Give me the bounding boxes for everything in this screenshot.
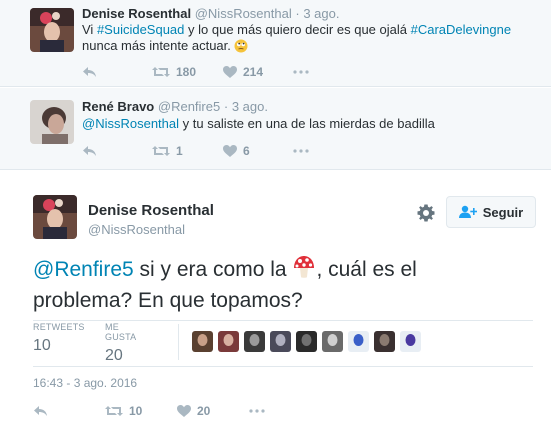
likes-label: ME GUSTA <box>105 322 137 342</box>
retweet-count: 10 <box>129 404 143 418</box>
more-button[interactable] <box>249 409 265 413</box>
liker-avatar[interactable] <box>270 331 291 352</box>
retweets-stat[interactable]: RETWEETS 10 <box>33 322 85 355</box>
likes-count: 20 <box>105 347 123 364</box>
text-segment: Vi <box>82 22 97 37</box>
like-count: 6 <box>243 144 250 158</box>
fullname[interactable]: Denise Rosenthal <box>88 202 214 219</box>
follow-button[interactable]: Seguir <box>446 196 536 228</box>
retweet-icon <box>105 406 123 416</box>
retweets-count: 10 <box>33 337 51 354</box>
reply-button[interactable] <box>82 145 152 157</box>
username[interactable]: @NissRosenthal <box>195 6 292 21</box>
reply-icon <box>34 406 47 416</box>
avatar[interactable] <box>30 8 74 52</box>
like-count: 214 <box>243 65 264 79</box>
like-count: 20 <box>197 404 211 418</box>
gear-icon <box>417 204 435 222</box>
divider <box>33 366 533 367</box>
follow-label: Seguir <box>482 204 524 220</box>
tweet-actions: 1 6 <box>82 143 309 159</box>
more-button[interactable] <box>293 70 309 74</box>
avatar[interactable] <box>33 195 77 239</box>
liker-avatar[interactable] <box>218 331 239 352</box>
like-button[interactable]: 214 <box>223 65 293 79</box>
likers-avatars <box>192 331 426 352</box>
likes-stat[interactable]: ME GUSTA 20 <box>105 322 136 365</box>
tweet-text: @NissRosenthal y tu saliste en una de la… <box>82 116 522 132</box>
liker-avatar[interactable] <box>400 331 421 352</box>
fullname[interactable]: René Bravo <box>82 99 154 114</box>
tweet-text: Vi #SuicideSquad y lo que más quiero dec… <box>82 22 522 57</box>
reply-icon <box>83 67 96 77</box>
timestamp[interactable]: 3 ago. <box>303 6 339 21</box>
text-segment: y tu saliste en una de las mierdas de ba… <box>179 116 435 131</box>
mention-link[interactable]: @Renfire5 <box>33 258 134 281</box>
tweet-header: Denise Rosenthal @NissRosenthal · 3 ago. <box>82 6 339 21</box>
timestamp[interactable]: 3 ago. <box>232 99 268 114</box>
retweets-label: RETWEETS <box>33 322 85 332</box>
more-button[interactable] <box>293 149 309 153</box>
mushroom-emoji <box>292 255 316 287</box>
more-icon <box>293 70 309 74</box>
mention-link[interactable]: @NissRosenthal <box>82 116 179 131</box>
hashtag-link[interactable]: #CaraDelevingne <box>411 22 511 37</box>
retweet-button[interactable]: 1 <box>152 144 223 158</box>
retweet-count: 180 <box>176 65 197 79</box>
user-actions-button[interactable] <box>417 204 435 222</box>
retweet-button[interactable]: 10 <box>105 404 177 418</box>
liker-avatar[interactable] <box>348 331 369 352</box>
liker-avatar[interactable] <box>192 331 213 352</box>
hashtag-link[interactable]: #SuicideSquad <box>97 22 184 37</box>
liker-avatar[interactable] <box>296 331 317 352</box>
rolling-eyes-emoji <box>234 39 248 57</box>
like-button[interactable]: 20 <box>177 404 249 418</box>
retweet-icon <box>152 146 170 156</box>
retweet-count: 1 <box>176 144 183 158</box>
fullname[interactable]: Denise Rosenthal <box>82 6 191 21</box>
tweet-actions: 180 214 <box>82 64 309 80</box>
tweet-actions: 10 20 <box>33 403 265 419</box>
divider <box>33 320 533 321</box>
like-button[interactable]: 6 <box>223 144 293 158</box>
tweet-timestamp[interactable]: 16:43 - 3 ago. 2016 <box>33 376 137 390</box>
more-icon <box>293 149 309 153</box>
text-segment: si y era como la <box>133 258 293 281</box>
tweet-text: @Renfire5 si y era como la , cuál es el … <box>33 255 513 315</box>
reply-button[interactable] <box>82 66 152 78</box>
tweet-header: René Bravo @Renfire5 · 3 ago. <box>82 99 268 114</box>
follow-user-icon <box>458 205 477 218</box>
text-segment: nunca más intente actuar. <box>82 38 235 53</box>
avatar[interactable] <box>30 100 74 144</box>
separator-dot: · <box>223 99 229 114</box>
reply-icon <box>83 146 96 156</box>
retweet-button[interactable]: 180 <box>152 65 223 79</box>
liker-avatar[interactable] <box>374 331 395 352</box>
heart-icon <box>223 66 237 78</box>
reply-button[interactable] <box>33 405 105 417</box>
heart-icon <box>223 145 237 157</box>
liker-avatar[interactable] <box>322 331 343 352</box>
heart-icon <box>177 405 191 417</box>
username[interactable]: @NissRosenthal <box>88 222 185 237</box>
conversation-tweet[interactable]: Denise Rosenthal @NissRosenthal · 3 ago.… <box>0 0 551 87</box>
username[interactable]: @Renfire5 <box>158 99 220 114</box>
text-segment: y lo que más quiero decir es que ojalá <box>184 22 411 37</box>
conversation-tweet[interactable]: René Bravo @Renfire5 · 3 ago. @NissRosen… <box>0 88 551 170</box>
retweet-icon <box>152 67 170 77</box>
liker-avatar[interactable] <box>244 331 265 352</box>
divider <box>178 324 179 360</box>
separator-dot: · <box>295 6 300 21</box>
more-icon <box>249 409 265 413</box>
